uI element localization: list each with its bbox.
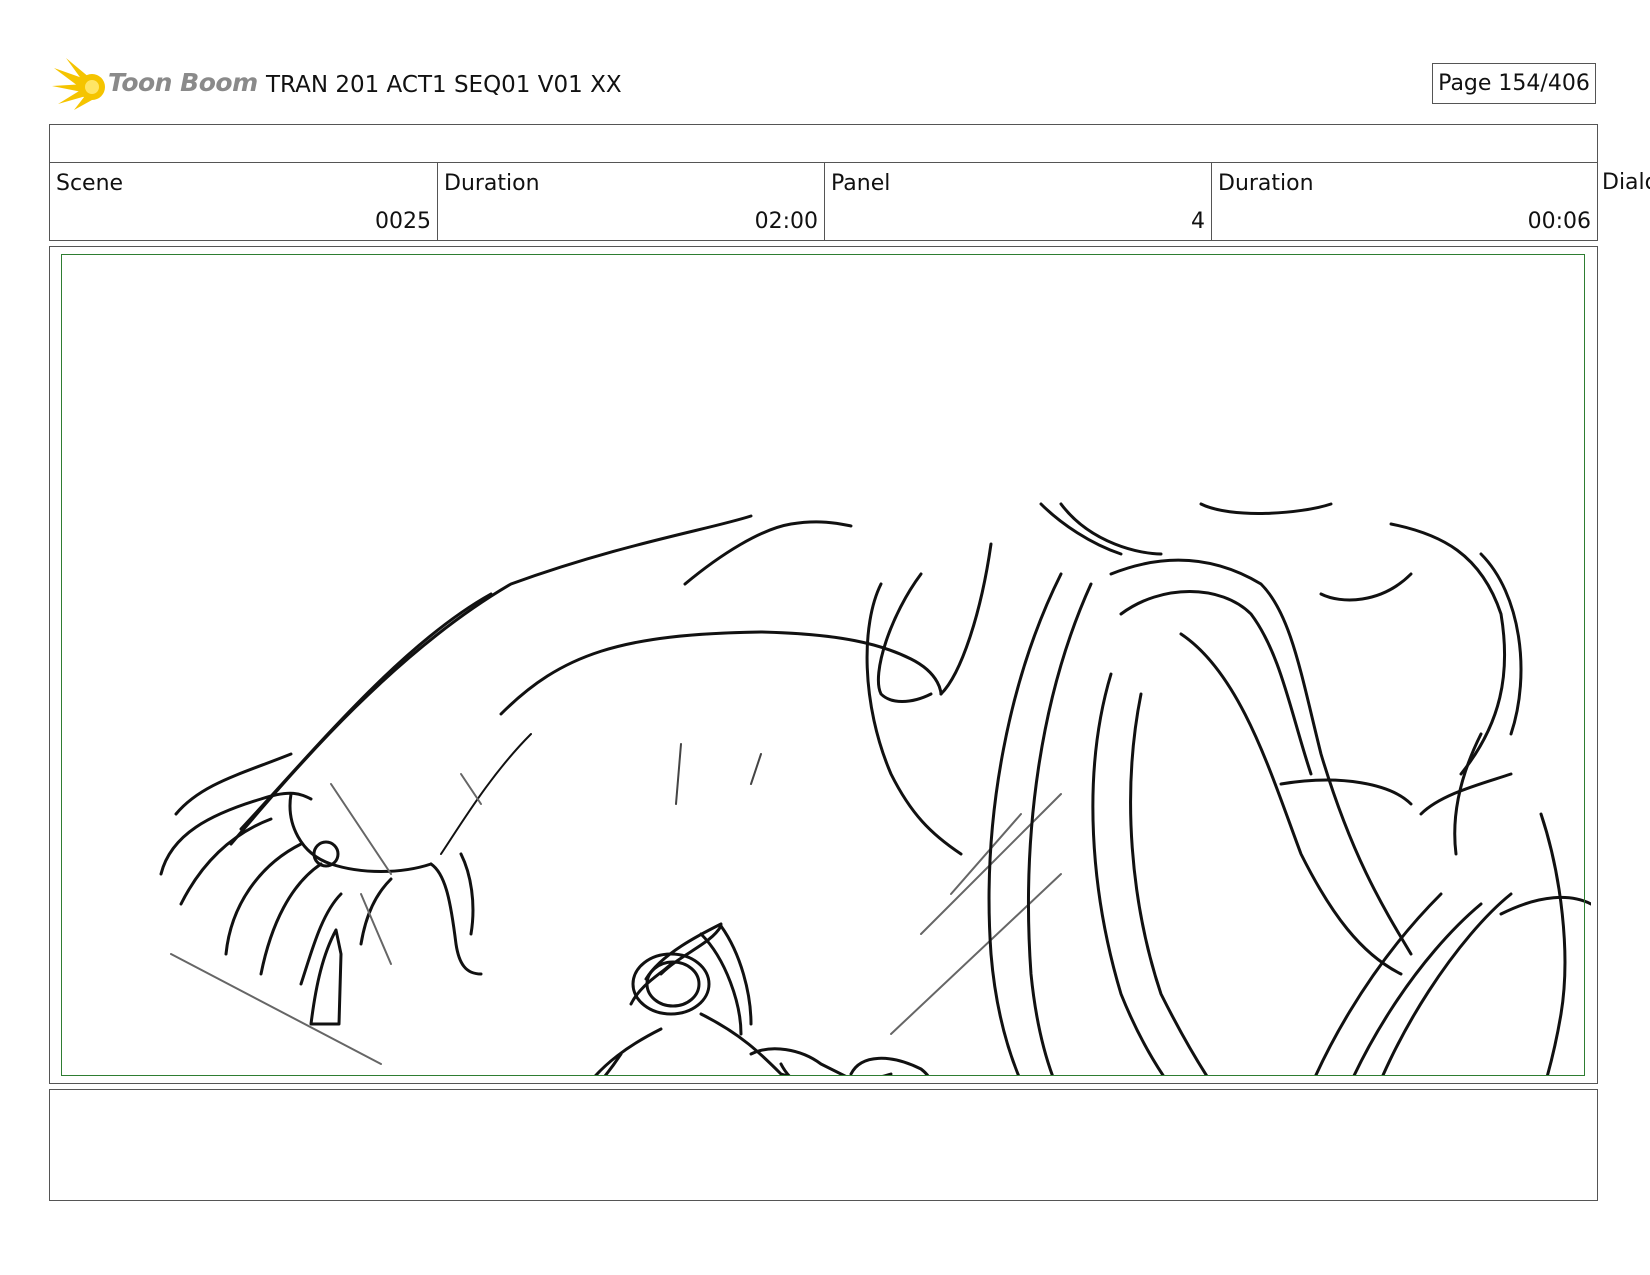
document-title: TRAN 201 ACT1 SEQ01 V01 XX [266,72,622,98]
toon-boom-logo: Toon Boom [52,56,258,116]
panel-cell: Panel 4 [824,163,1211,240]
header-blank-row [49,124,1598,163]
scene-value: 0025 [375,209,431,234]
panel-duration-label: Duration [1218,171,1314,196]
scene-duration-cell: Duration 02:00 [437,163,824,240]
scene-duration-value: 02:00 [754,209,818,234]
starburst-icon [52,58,105,110]
scene-label: Scene [56,171,124,196]
panel-value: 4 [1191,209,1205,234]
page-number: Page 154/406 [1432,63,1596,104]
panel-frame [61,254,1585,1076]
brand-name: Toon Boom [108,68,258,97]
panel-label: Panel [831,171,891,196]
scene-duration-label: Duration [444,171,540,196]
panel-duration-cell: Duration 00:06 [1211,163,1597,240]
info-row: Scene 0025 Duration 02:00 Panel 4 Durati… [49,162,1598,241]
dialog-label: Dialo [1602,170,1650,195]
scene-cell: Scene 0025 [50,163,437,240]
notes-box [49,1089,1598,1201]
panel-duration-value: 00:06 [1527,209,1591,234]
